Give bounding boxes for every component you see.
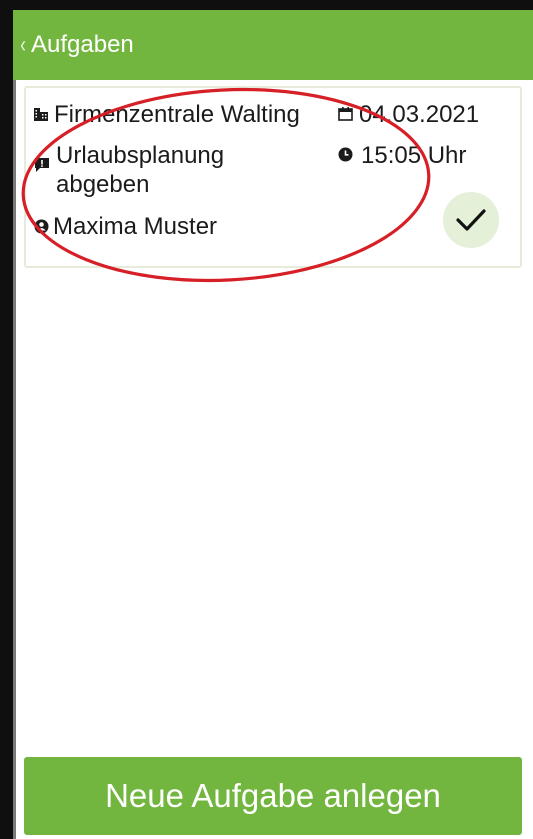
subject-row: Urlaubsplanung abgeben [34, 141, 304, 199]
clock-icon [338, 147, 353, 162]
calendar-icon [338, 106, 353, 121]
chevron-left-icon: ‹ [20, 31, 26, 58]
back-button[interactable]: ‹ Aufgaben [13, 10, 134, 80]
task-time: 15:05 Uhr [361, 142, 467, 169]
date-row: 04.03.2021 [338, 100, 479, 129]
task-done-button[interactable] [443, 192, 499, 248]
task-card[interactable]: Firmenzentrale Walting 04.03.2021 Urlaub… [24, 86, 522, 268]
screen: ‹ Aufgaben Firmenzentrale Walting 04.03.… [0, 0, 533, 839]
device-frame-edge [13, 10, 16, 839]
assignee-row: Maxima Muster [34, 212, 217, 241]
task-assignee: Maxima Muster [53, 213, 218, 240]
location-row: Firmenzentrale Walting [34, 100, 300, 129]
device-frame-left [0, 0, 13, 839]
new-task-button[interactable]: Neue Aufgabe anlegen [24, 757, 522, 835]
time-row: 15:05 Uhr [338, 141, 466, 170]
app-bar: ‹ Aufgaben [13, 10, 533, 80]
person-icon [34, 219, 49, 234]
checkmark-icon [456, 209, 486, 231]
task-subject: Urlaubsplanung abgeben [56, 142, 225, 198]
task-location: Firmenzentrale Walting [54, 101, 300, 128]
chat-icon [34, 157, 50, 173]
page-title: Aufgaben [31, 31, 134, 58]
task-date: 04.03.2021 [359, 101, 480, 128]
building-icon [34, 107, 48, 121]
device-frame-top [0, 0, 533, 10]
